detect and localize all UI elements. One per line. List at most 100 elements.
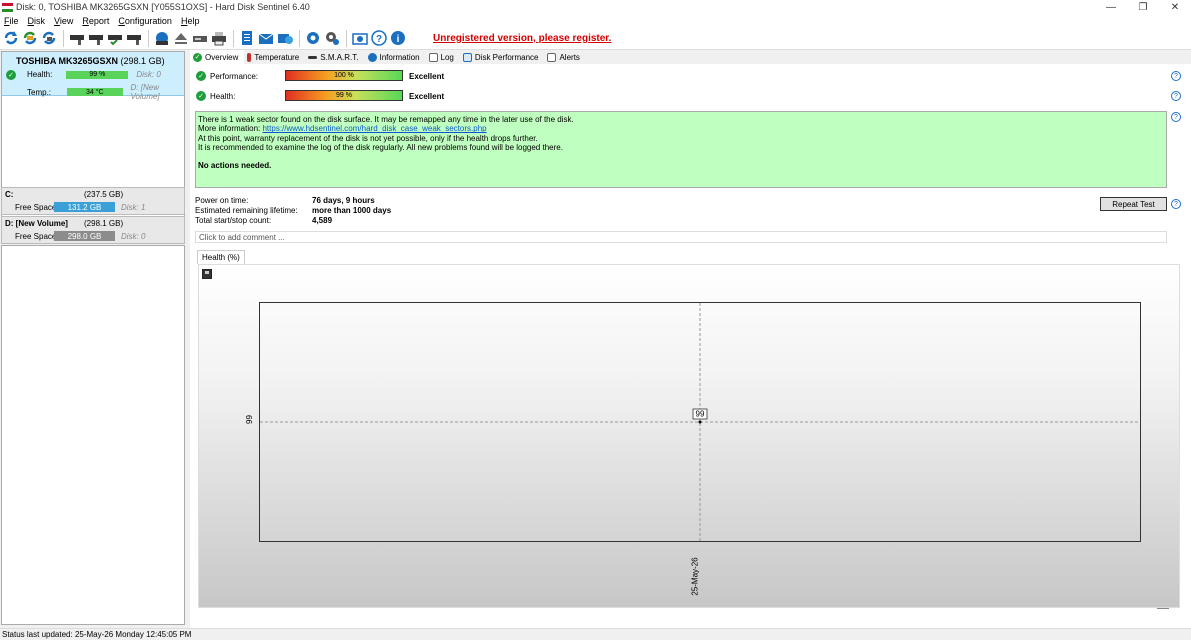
performance-label: Performance:	[210, 72, 259, 81]
status-bar: Status last updated: 25-May-26 Monday 12…	[0, 628, 1191, 640]
info-icon[interactable]: i	[389, 30, 406, 47]
minimize-button[interactable]: —	[1095, 0, 1127, 14]
tab-overview[interactable]: ✓ Overview	[190, 50, 245, 64]
advanced-settings-icon[interactable]	[323, 30, 340, 47]
performance-bar: 100 %	[285, 70, 403, 81]
chart-scroll-indicator	[1157, 608, 1169, 609]
toolbar-separator	[299, 29, 300, 47]
startstop-label: Total start/stop count:	[195, 216, 272, 225]
info-icon	[367, 52, 377, 62]
register-link[interactable]: Unregistered version, please register.	[433, 33, 611, 44]
disk-check-icon[interactable]	[106, 30, 123, 47]
mail-icon[interactable]	[257, 30, 274, 47]
menu-help[interactable]: Help	[177, 16, 205, 26]
eject-icon[interactable]	[172, 30, 189, 47]
volume-free-label: Free Space	[15, 203, 57, 212]
print-icon[interactable]	[210, 30, 227, 47]
maximize-button[interactable]: ❐	[1127, 0, 1159, 14]
ok-status-icon: ✓	[6, 70, 16, 80]
tab-smart[interactable]: S.M.A.R.T.	[305, 50, 364, 64]
volume-size: (237.5 GB)	[84, 190, 124, 199]
tab-log[interactable]: Log	[426, 50, 460, 64]
tab-temperature[interactable]: Temperature	[244, 50, 305, 64]
menu-configuration[interactable]: Configuration	[114, 16, 177, 26]
health-message-box: There is 1 weak sector found on the disk…	[195, 111, 1167, 188]
close-button[interactable]: ✕	[1159, 0, 1191, 14]
help-icon[interactable]: ?	[1171, 71, 1181, 81]
refresh-all-icon[interactable]	[21, 30, 38, 47]
tab-label: Overview	[205, 52, 239, 62]
tab-label: Log	[440, 52, 454, 62]
startstop-value: 4,589	[312, 216, 333, 225]
disk-health-label: Health:	[27, 70, 53, 79]
settings-icon[interactable]	[304, 30, 321, 47]
help-icon[interactable]: ?	[1171, 199, 1181, 209]
title-bar: Disk: 0, TOSHIBA MK3265GSXN [Y055S1OXS] …	[0, 0, 1191, 14]
log-icon	[428, 52, 438, 62]
network-icon[interactable]	[153, 30, 170, 47]
menu-file[interactable]: File	[0, 16, 24, 26]
tab-information[interactable]: Information	[365, 50, 426, 64]
disk-volume-ref: D: [New Volume]	[130, 83, 160, 101]
disk-info-icon[interactable]	[87, 30, 104, 47]
comment-field[interactable]: Click to add comment ...	[195, 231, 1167, 243]
tab-alerts[interactable]: Alerts	[544, 50, 585, 64]
health-bar: 99 %	[285, 90, 403, 101]
screenshot-icon[interactable]	[351, 30, 368, 47]
repeat-test-button[interactable]: Repeat Test	[1100, 197, 1167, 211]
volume-card-d[interactable]: D: [New Volume] (298.1 GB) Free Space 29…	[1, 216, 185, 244]
lifetime-value: more than 1000 days	[312, 206, 392, 215]
performance-rating: Excellent	[409, 72, 445, 81]
svg-text:?: ?	[375, 34, 381, 45]
health-rating: Excellent	[409, 92, 445, 101]
rescan-icon[interactable]	[40, 30, 57, 47]
data-label: 99	[692, 408, 708, 420]
disk-temp-bar: 34 °C	[67, 88, 123, 96]
menu-view[interactable]: View	[50, 16, 78, 26]
power-on-label: Power on time:	[195, 196, 249, 205]
thermometer-icon	[247, 52, 252, 62]
toolbar-separator	[63, 29, 64, 47]
alerts-icon	[547, 52, 557, 62]
main-panel: ✓ Overview Temperature S.M.A.R.T. Inform…	[190, 50, 1191, 628]
y-tick-label: 99	[244, 415, 254, 424]
usb-disk-icon[interactable]	[191, 30, 208, 47]
performance-chart-icon	[462, 52, 472, 62]
lifetime-label: Estimated remaining lifetime:	[195, 206, 298, 215]
ok-status-icon: ✓	[193, 52, 202, 62]
help-icon[interactable]: ?	[1171, 112, 1181, 122]
disk-icon	[308, 55, 318, 59]
refresh-icon[interactable]	[2, 30, 19, 47]
weak-sectors-link[interactable]: https://www.hdsentinel.com/hard_disk_cas…	[262, 124, 486, 133]
svg-text:99: 99	[696, 410, 705, 419]
toolbar-separator	[346, 29, 347, 47]
ok-status-icon: ✓	[196, 71, 206, 81]
data-point	[698, 420, 702, 424]
menu-bar: File Disk View Report Configuration Help	[0, 14, 1191, 27]
disk-test-icon[interactable]	[125, 30, 142, 47]
tab-label: Temperature	[254, 52, 300, 62]
send-report-icon[interactable]	[276, 30, 293, 47]
tab-health-chart[interactable]: Health (%)	[197, 250, 245, 264]
volume-free-bar: 298.0 GB	[54, 231, 115, 241]
tab-label: Information	[379, 52, 420, 62]
message-line: There is 1 weak sector found on the disk…	[198, 115, 574, 124]
volume-title: D: [New Volume]	[5, 219, 68, 228]
message-line: It is recommended to examine the log of …	[198, 143, 563, 153]
save-icon[interactable]	[202, 269, 212, 279]
ok-status-icon: ✓	[196, 91, 206, 101]
message-line: More information:	[198, 124, 263, 134]
menu-disk[interactable]: Disk	[24, 16, 51, 26]
help-icon[interactable]: ?	[370, 30, 387, 47]
volume-size: (298.1 GB)	[84, 219, 124, 228]
tab-disk-performance[interactable]: Disk Performance	[460, 50, 545, 64]
help-icon[interactable]: ?	[1171, 91, 1181, 101]
disk-icon[interactable]	[68, 30, 85, 47]
tab-label: Disk Performance	[474, 52, 539, 62]
tab-label: S.M.A.R.T.	[320, 52, 359, 62]
report-icon[interactable]	[238, 30, 255, 47]
menu-report[interactable]: Report	[78, 16, 114, 26]
disk-index: Disk: 0	[136, 70, 161, 79]
left-panel-empty-area	[1, 245, 185, 625]
volume-card-c[interactable]: C: (237.5 GB) Free Space 131.2 GB Disk: …	[1, 187, 185, 215]
